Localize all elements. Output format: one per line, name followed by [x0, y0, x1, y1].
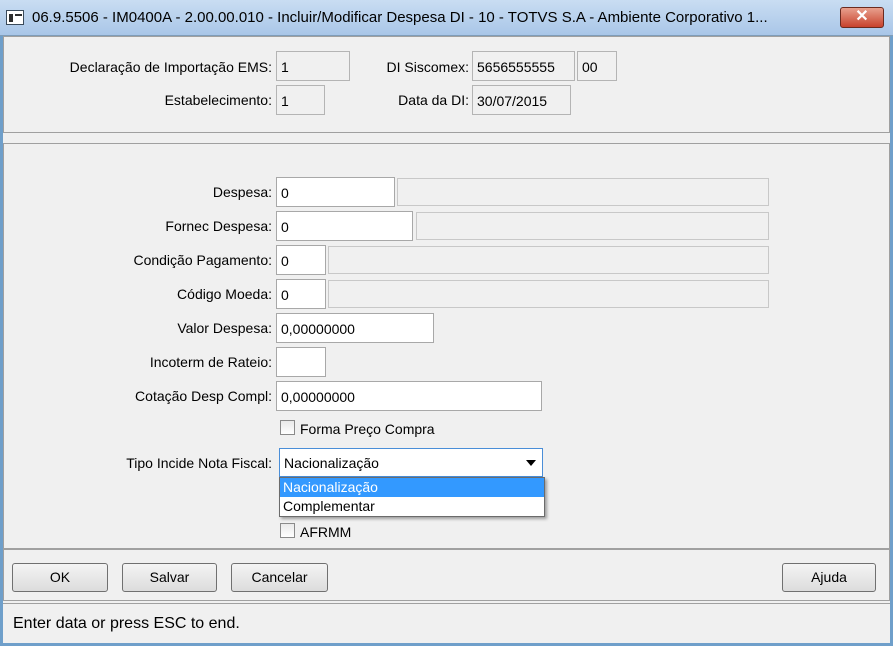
salvar-button[interactable]: Salvar [122, 563, 217, 592]
tipo-incide-dropdown: Nacionalização Complementar [279, 477, 545, 517]
fornec-despesa-field[interactable]: 0 [276, 211, 413, 241]
ok-button[interactable]: OK [12, 563, 108, 592]
tipo-incide-select[interactable]: Nacionalização [279, 448, 543, 477]
cancelar-button[interactable]: Cancelar [231, 563, 328, 592]
tipo-incide-selected: Nacionalização [284, 455, 379, 471]
declaracao-field[interactable]: 1 [276, 51, 350, 81]
form-group: Despesa: 0 Fornec Despesa: 0 Condição Pa… [3, 143, 890, 549]
di-siscomex-field[interactable]: 5656555555 [472, 51, 575, 81]
forma-preco-checkbox[interactable] [280, 420, 295, 435]
estabelecimento-field[interactable]: 1 [276, 85, 325, 115]
afrmm-label[interactable]: AFRMM [300, 524, 351, 540]
despesa-description-field [397, 178, 769, 206]
dropdown-option-nacionalizacao[interactable]: Nacionalização [280, 478, 544, 497]
cotacao-label: Cotação Desp Compl: [135, 388, 272, 404]
codigo-moeda-label: Código Moeda: [177, 286, 272, 302]
moeda-description-field [328, 280, 769, 308]
despesa-field[interactable]: 0 [276, 177, 395, 207]
data-di-label: Data da DI: [398, 92, 469, 108]
condicao-description-field [328, 246, 769, 274]
data-di-field[interactable]: 30/07/2015 [472, 85, 571, 115]
incoterm-label: Incoterm de Rateio: [149, 354, 272, 370]
title-bar: 06.9.5506 - IM0400A - 2.00.00.010 - Incl… [0, 0, 893, 36]
declaracao-label: Declaração de Importação EMS: [69, 59, 272, 75]
valor-despesa-label: Valor Despesa: [177, 320, 272, 336]
chevron-down-icon[interactable] [526, 460, 536, 466]
incoterm-field[interactable] [276, 347, 326, 377]
despesa-label: Despesa: [212, 184, 272, 200]
tipo-incide-label: Tipo Incide Nota Fiscal: [126, 455, 272, 471]
di-siscomex-suffix-field[interactable]: 00 [577, 51, 617, 81]
status-bar: Enter data or press ESC to end. [3, 603, 890, 643]
app-window-icon[interactable] [6, 10, 24, 25]
cotacao-field[interactable]: 0,00000000 [276, 381, 542, 411]
button-bar: OK Salvar Cancelar Ajuda [3, 549, 890, 601]
forma-preco-label[interactable]: Forma Preço Compra [300, 421, 435, 437]
afrmm-checkbox[interactable] [280, 523, 295, 538]
valor-despesa-field[interactable]: 0,00000000 [276, 313, 434, 343]
condicao-pagamento-label: Condição Pagamento: [133, 252, 272, 268]
fornec-despesa-label: Fornec Despesa: [165, 218, 272, 234]
header-group: Declaração de Importação EMS: 1 DI Sisco… [3, 36, 890, 133]
codigo-moeda-field[interactable]: 0 [276, 279, 326, 309]
dropdown-option-complementar[interactable]: Complementar [280, 497, 544, 516]
close-button[interactable]: ✕ [840, 7, 884, 28]
status-text: Enter data or press ESC to end. [13, 615, 240, 632]
condicao-pagamento-field[interactable]: 0 [276, 245, 326, 275]
ajuda-button[interactable]: Ajuda [782, 563, 876, 592]
dialog-client: Declaração de Importação EMS: 1 DI Sisco… [3, 36, 890, 643]
window-title: 06.9.5506 - IM0400A - 2.00.00.010 - Incl… [32, 9, 768, 26]
di-siscomex-label: DI Siscomex: [386, 59, 469, 75]
fornec-description-field [416, 212, 769, 240]
estabelecimento-label: Estabelecimento: [164, 92, 272, 108]
